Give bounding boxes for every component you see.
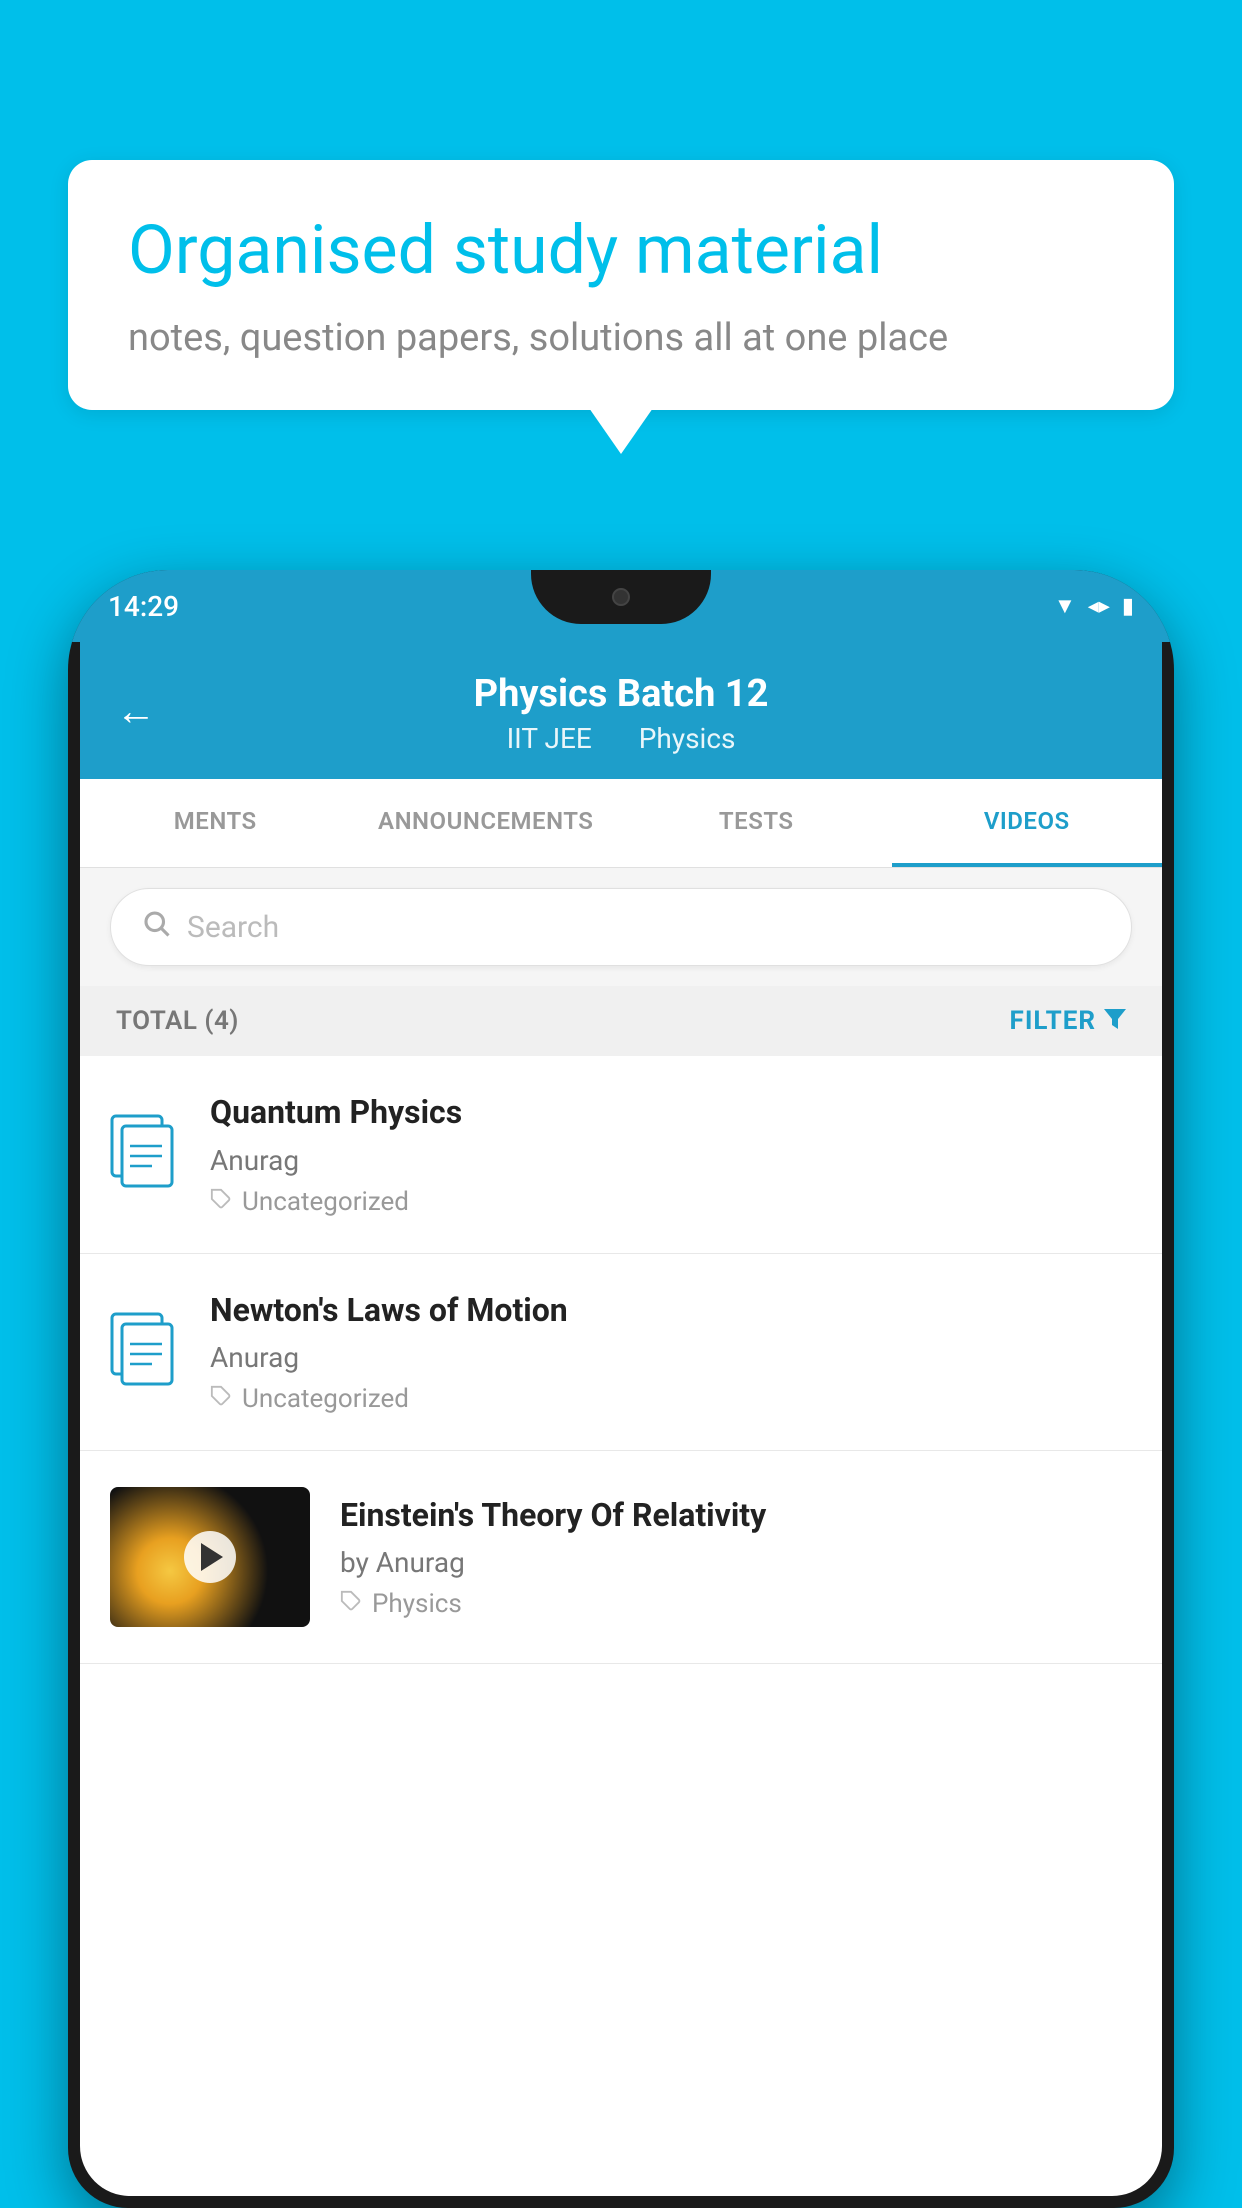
item-title: Quantum Physics xyxy=(210,1092,1132,1134)
search-icon xyxy=(141,907,171,947)
file-icon xyxy=(110,1312,180,1392)
search-container: Search xyxy=(80,868,1162,986)
item-tag: Uncategorized xyxy=(210,1187,1132,1217)
filter-bar: TOTAL (4) FILTER xyxy=(80,986,1162,1056)
tab-videos[interactable]: VIDEOS xyxy=(892,779,1163,867)
tabs-bar: MENTS ANNOUNCEMENTS TESTS VIDEOS xyxy=(80,779,1162,868)
tag-label: Physics xyxy=(372,1589,462,1619)
list-item[interactable]: Einstein's Theory Of Relativity by Anura… xyxy=(80,1451,1162,1664)
app-header: ← Physics Batch 12 IIT JEE Physics xyxy=(80,642,1162,779)
filter-icon xyxy=(1104,1006,1126,1036)
list-item[interactable]: Newton's Laws of Motion Anurag Uncategor… xyxy=(80,1254,1162,1452)
status-bar: 14:29 ▼ ◂▸ ▮ xyxy=(68,570,1174,642)
wifi-icon: ▼ xyxy=(1054,593,1076,619)
back-button[interactable]: ← xyxy=(116,687,156,734)
tag-icon xyxy=(210,1384,232,1414)
phone-screen: ← Physics Batch 12 IIT JEE Physics MENTS… xyxy=(80,642,1162,2196)
tag-label: Uncategorized xyxy=(242,1384,409,1414)
app-subtitle: IIT JEE Physics xyxy=(120,722,1122,755)
item-title: Newton's Laws of Motion xyxy=(210,1290,1132,1332)
tab-tests[interactable]: TESTS xyxy=(621,779,892,867)
phone-frame: 14:29 ▼ ◂▸ ▮ ← Physics Batch 12 IIT JEE … xyxy=(68,570,1174,2208)
item-title: Einstein's Theory Of Relativity xyxy=(340,1495,1132,1537)
play-button[interactable] xyxy=(184,1531,236,1583)
item-author: Anurag xyxy=(210,1341,1132,1374)
bubble-subtitle: notes, question papers, solutions all at… xyxy=(128,316,1114,360)
search-placeholder: Search xyxy=(187,910,279,945)
subtitle-iit: IIT JEE xyxy=(507,722,592,755)
file-icon xyxy=(110,1114,180,1194)
tab-ments[interactable]: MENTS xyxy=(80,779,351,867)
status-icons: ▼ ◂▸ ▮ xyxy=(1054,593,1134,619)
item-tag: Physics xyxy=(340,1589,1132,1619)
tag-label: Uncategorized xyxy=(242,1187,409,1217)
video-thumbnail xyxy=(110,1487,310,1627)
speech-bubble: Organised study material notes, question… xyxy=(68,160,1174,410)
battery-icon: ▮ xyxy=(1122,594,1134,619)
total-label: TOTAL (4) xyxy=(116,1006,239,1036)
item-tag: Uncategorized xyxy=(210,1384,1132,1414)
app-title: Physics Batch 12 xyxy=(120,672,1122,716)
tag-icon xyxy=(210,1187,232,1217)
subtitle-physics: Physics xyxy=(639,722,736,755)
tag-icon xyxy=(340,1589,362,1619)
item-info: Quantum Physics Anurag Uncategorized xyxy=(210,1092,1132,1217)
tab-announcements[interactable]: ANNOUNCEMENTS xyxy=(351,779,622,867)
camera xyxy=(612,588,630,606)
item-author: Anurag xyxy=(210,1144,1132,1177)
list-item[interactable]: Quantum Physics Anurag Uncategorized xyxy=(80,1056,1162,1254)
video-list: Quantum Physics Anurag Uncategorized xyxy=(80,1056,1162,1664)
item-info: Newton's Laws of Motion Anurag Uncategor… xyxy=(210,1290,1132,1415)
play-triangle-icon xyxy=(201,1543,223,1571)
notch xyxy=(531,570,711,624)
filter-button[interactable]: FILTER xyxy=(1010,1006,1126,1036)
signal-icon: ◂▸ xyxy=(1088,594,1110,619)
bubble-title: Organised study material xyxy=(128,210,1114,292)
status-time: 14:29 xyxy=(108,590,179,623)
filter-label: FILTER xyxy=(1010,1006,1096,1036)
item-info: Einstein's Theory Of Relativity by Anura… xyxy=(340,1495,1132,1620)
item-author: by Anurag xyxy=(340,1546,1132,1579)
search-bar[interactable]: Search xyxy=(110,888,1132,966)
